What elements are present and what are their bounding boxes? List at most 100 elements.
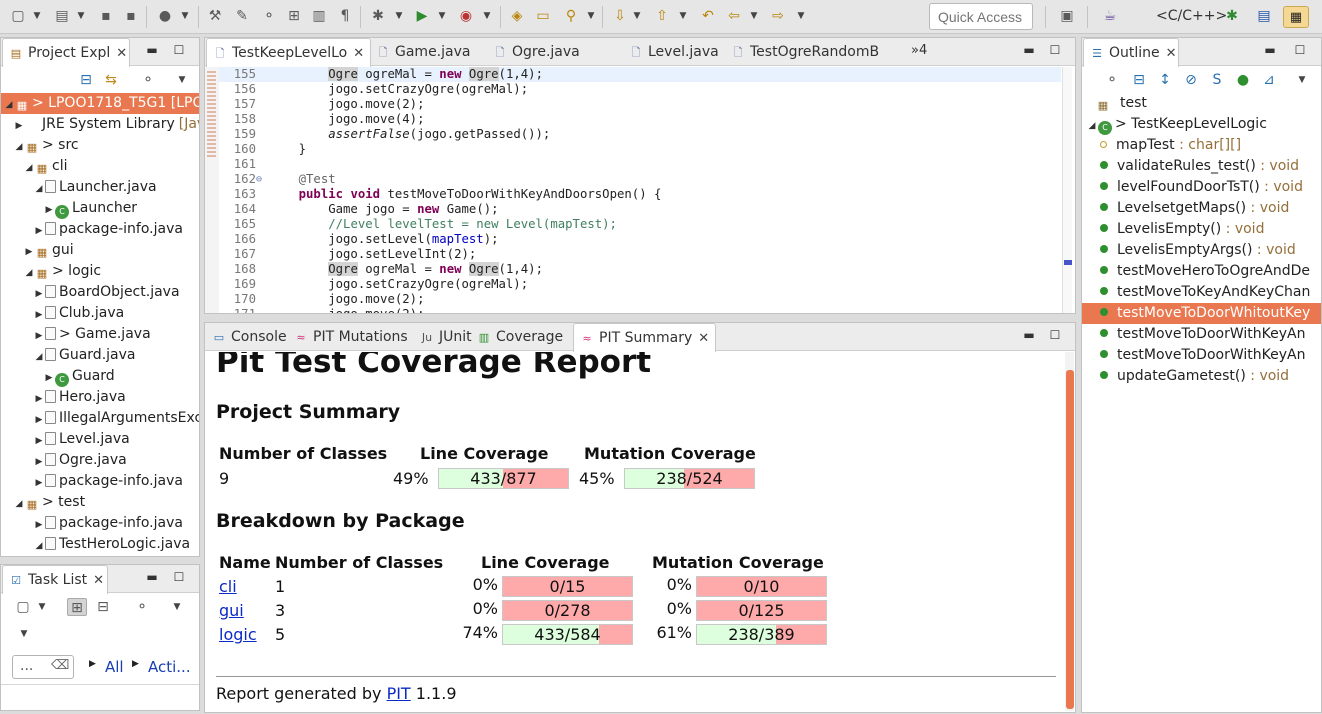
collapsed-arrow-icon[interactable]: ▶ (33, 410, 45, 431)
debug-perspective-icon[interactable]: ✱ (1222, 7, 1242, 25)
outline-item[interactable]: ◢ C > TestKeepLevelLogic (1082, 114, 1321, 135)
report-scroll-thumb[interactable] (1066, 370, 1074, 709)
outline-item[interactable]: testMoveToDoorWithKeyAn (1082, 345, 1321, 366)
link-editor-icon[interactable]: ⇆ (101, 71, 121, 89)
project-tree-item[interactable]: ▶ C Launcher (1, 198, 199, 219)
new-dropdown-icon[interactable]: ▼ (32, 7, 42, 25)
maximize-icon[interactable]: ☐ (1047, 43, 1063, 57)
close-icon[interactable]: ✕ (93, 573, 104, 588)
close-icon[interactable]: ✕ (116, 46, 127, 61)
collapsed-arrow-icon[interactable]: ▶ (43, 368, 55, 389)
code-line[interactable]: 155 Ogre ogreMal = new Ogre(1,4); (219, 67, 1061, 82)
sync-icon[interactable]: ⚬ (132, 598, 152, 616)
paragraph-icon[interactable]: ¶ (335, 7, 355, 25)
open-perspective-icon[interactable]: ▣ (1057, 7, 1077, 25)
marker-icon[interactable]: ⊞ (284, 7, 304, 25)
hide-fields-icon[interactable]: ⊘ (1181, 71, 1201, 89)
project-tree-item[interactable]: ◢ ▦ > src (1, 135, 199, 156)
minimize-icon[interactable]: ▬ (144, 570, 160, 584)
next-annotation-icon[interactable]: ⇩ (610, 7, 630, 25)
tab-outline[interactable]: ☰ Outline ✕ (1083, 38, 1179, 67)
outline-item[interactable]: testMoveToDoorWithKeyAn (1082, 324, 1321, 345)
view-menu-icon[interactable]: ▼ (177, 71, 187, 89)
hide-nonpublic-icon[interactable]: ● (1233, 71, 1253, 89)
activate-link[interactable]: Acti... (148, 658, 191, 676)
brush-icon[interactable]: ✎ (232, 7, 252, 25)
tab-coverage[interactable]: ▥ Coverage (471, 323, 569, 351)
expanded-arrow-icon[interactable]: ◢ (33, 536, 45, 556)
code-line[interactable]: 166 jogo.setLevel(mapTest); (219, 232, 1061, 247)
close-icon[interactable]: ✕ (698, 331, 709, 346)
package-link[interactable]: gui (219, 601, 244, 620)
search-icon[interactable]: ⚲ (561, 7, 581, 25)
collapsed-arrow-icon[interactable]: ▶ (33, 431, 45, 452)
tab-testkeeplevello[interactable]: 🗋 TestKeepLevelLo ✕ (206, 38, 372, 67)
maximize-icon[interactable]: ☐ (171, 570, 187, 584)
project-tree-item[interactable]: ◢ Launcher.java (1, 177, 199, 198)
last-edit-icon[interactable]: ↶ (698, 7, 718, 25)
outline-item[interactable]: mapTest : char[][] (1082, 135, 1321, 156)
project-tree-item[interactable]: ▶ IllegalArgumentsExc (1, 408, 199, 429)
coverage-run-icon[interactable]: ◉ (456, 7, 476, 25)
close-icon[interactable]: ✕ (353, 46, 364, 61)
hide-static-icon[interactable]: S (1207, 71, 1227, 89)
outline-item[interactable]: validateRules_test() : void (1082, 156, 1321, 177)
maximize-icon[interactable]: ☐ (171, 43, 187, 57)
code-line[interactable]: 168 Ogre ogreMal = new Ogre(1,4); (219, 262, 1061, 277)
back-dropdown-icon[interactable]: ▼ (749, 7, 759, 25)
block-icon[interactable]: ▥ (309, 7, 329, 25)
project-tree-item[interactable]: ▶ ▦ gui (1, 240, 199, 261)
outline-item[interactable]: levelFoundDoorTsT() : void (1082, 177, 1321, 198)
debug-dropdown-icon[interactable]: ▼ (394, 7, 404, 25)
pit-link[interactable]: PIT (387, 684, 411, 703)
tab-console[interactable]: ▭ Console (206, 323, 293, 351)
project-tree-item[interactable]: ◢ ▦ > logic (1, 261, 199, 282)
tab-testogrerandomb[interactable]: 🗋 TestOgreRandomB (725, 38, 885, 66)
resource-perspective-icon[interactable]: ▦ (1283, 6, 1309, 28)
collapsed-arrow-icon[interactable]: ▶ (43, 200, 55, 221)
expanded-arrow-icon[interactable]: ◢ (23, 158, 35, 179)
new-icon[interactable]: ▢ (8, 7, 28, 25)
outline-view-menu-icon[interactable]: ▼ (1297, 71, 1307, 89)
save-icon[interactable]: ▪ (96, 7, 116, 25)
project-tree-item[interactable]: ▶ BoardObject.java (1, 282, 199, 303)
code-line[interactable]: 169 jogo.setCrazyOgre(ogreMal); (219, 277, 1061, 292)
outline-item[interactable]: LevelisEmptyArgs() : void (1082, 240, 1321, 261)
report-scrollbar[interactable] (1065, 352, 1074, 711)
tab-junit[interactable]: Ju JUnit (414, 323, 478, 351)
next-annotation-dropdown-icon[interactable]: ▼ (632, 7, 642, 25)
sort-icon[interactable]: ↕ (1155, 71, 1175, 89)
user-icon[interactable]: ● (155, 7, 175, 25)
project-tree-item[interactable]: ▶ C Guard (1, 366, 199, 387)
task-collapse-icon[interactable]: ▼ (19, 625, 29, 643)
search-dropdown-icon[interactable]: ▼ (586, 7, 596, 25)
hammer-icon[interactable]: ⚒ (205, 7, 225, 25)
code-line[interactable]: 171 jogo.move(2); (219, 307, 1061, 313)
coverage-dropdown-icon[interactable]: ▼ (482, 7, 492, 25)
task-filter-field[interactable]: ... ⌫ (12, 655, 74, 679)
collapse-all-icon[interactable]: ⊟ (1129, 71, 1149, 89)
outline-item[interactable]: updateGametest() : void (1082, 366, 1321, 387)
tab-task-list[interactable]: ☑ Task List ✕ (2, 565, 108, 594)
collapsed-arrow-icon[interactable]: ▶ (33, 473, 45, 494)
minimize-icon[interactable]: ▬ (1021, 43, 1037, 57)
close-icon[interactable]: ✕ (1166, 46, 1177, 61)
task-view-menu-icon[interactable]: ▼ (172, 598, 182, 616)
save-all-icon[interactable]: ▪ (121, 7, 141, 25)
expanded-arrow-icon[interactable]: ◢ (23, 263, 35, 284)
user-dropdown-icon[interactable]: ▼ (180, 7, 190, 25)
new-project-icon[interactable]: ▤ (52, 7, 72, 25)
outline-item[interactable]: LevelsetgetMaps() : void (1082, 198, 1321, 219)
forward-dropdown-icon[interactable]: ▼ (796, 7, 806, 25)
quick-access-input[interactable] (929, 3, 1033, 30)
collapsed-arrow-icon[interactable]: ▶ (33, 452, 45, 473)
expanded-arrow-icon[interactable]: ◢ (13, 494, 25, 515)
collapsed-arrow-icon[interactable]: ▶ (33, 305, 45, 326)
project-tree-item[interactable]: ◢ ▦ > test (1, 492, 199, 513)
code-line[interactable]: 159 assertFalse(jogo.getPassed()); (219, 127, 1061, 142)
collapse-all-icon[interactable]: ⊟ (76, 71, 96, 89)
code-line[interactable]: 157 jogo.move(2); (219, 97, 1061, 112)
forward-icon[interactable]: ⇨ (768, 7, 788, 25)
minimize-icon[interactable]: ▬ (1262, 43, 1278, 57)
package-link[interactable]: logic (219, 625, 257, 644)
